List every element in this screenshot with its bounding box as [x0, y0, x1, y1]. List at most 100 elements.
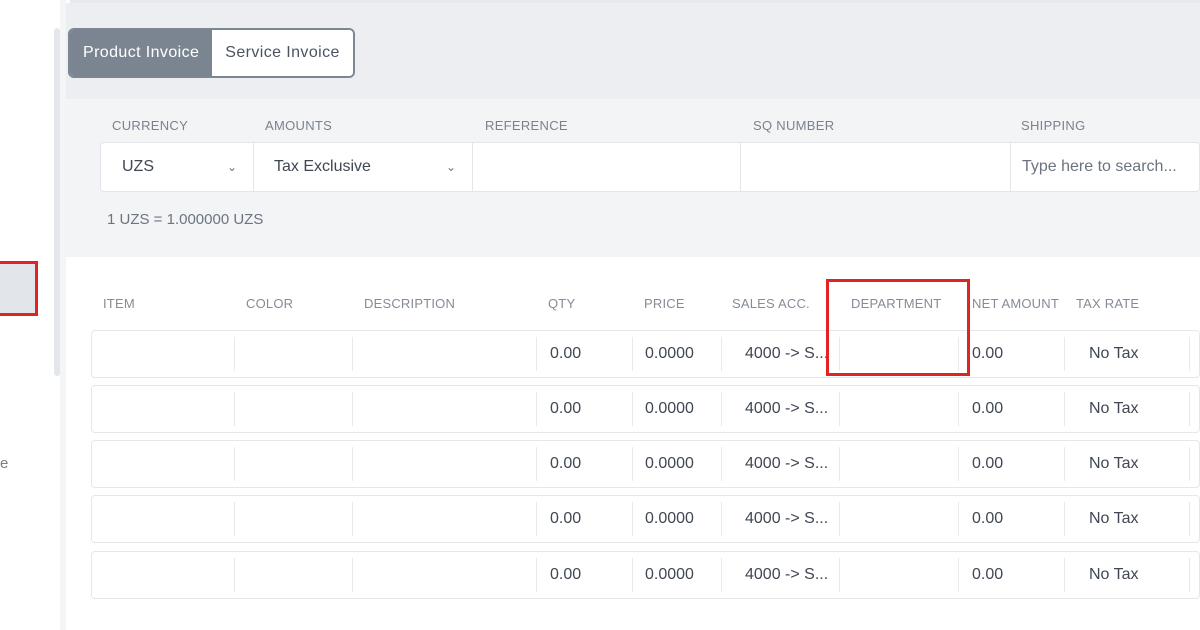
net-amount-cell[interactable]: 0.00: [958, 386, 1064, 432]
cell-divider: [839, 392, 840, 426]
tax-rate-cell[interactable]: No Tax: [1064, 331, 1189, 377]
price-cell[interactable]: 0.0000: [632, 496, 721, 542]
department-cell[interactable]: [839, 331, 958, 377]
tab-product-invoice[interactable]: Product Invoice: [70, 30, 213, 76]
table-row[interactable]: 0.00 0.0000 4000 -> S... 0.00 No Tax: [91, 440, 1200, 488]
cell-divider: [632, 558, 633, 592]
sidebar: e: [0, 0, 70, 630]
cell-divider: [839, 337, 840, 371]
sidebar-selected-item[interactable]: [0, 261, 38, 316]
item-cell[interactable]: [92, 331, 234, 377]
table-row[interactable]: 0.00 0.0000 4000 -> S... 0.00 No Tax: [91, 385, 1200, 433]
sales-account-cell[interactable]: 4000 -> S...: [721, 386, 839, 432]
cell-divider: [234, 392, 235, 426]
cell-divider: [632, 447, 633, 481]
cell-divider: [536, 558, 537, 592]
table-row[interactable]: 0.00 0.0000 4000 -> S... 0.00 No Tax: [91, 495, 1200, 543]
sq-number-input[interactable]: [741, 143, 1011, 191]
sales-account-cell[interactable]: 4000 -> S...: [721, 331, 839, 377]
qty-cell[interactable]: 0.00: [536, 552, 632, 598]
color-cell[interactable]: [234, 331, 352, 377]
net-amount-cell[interactable]: 0.00: [958, 552, 1064, 598]
cell-divider: [1189, 337, 1190, 371]
cell-divider: [1064, 392, 1065, 426]
cell-divider: [839, 558, 840, 592]
cell-divider: [839, 447, 840, 481]
invoice-content: Product Invoice Service Invoice CURRENCY…: [66, 3, 1200, 630]
cell-divider: [1064, 337, 1065, 371]
sales-account-cell[interactable]: 4000 -> S...: [721, 496, 839, 542]
price-cell[interactable]: 0.0000: [632, 441, 721, 487]
cell-divider: [1064, 502, 1065, 536]
column-header-item: ITEM: [103, 296, 135, 311]
table-row[interactable]: 0.00 0.0000 4000 -> S... 0.00 No Tax: [91, 330, 1200, 378]
page-header: Product Invoice Service Invoice: [66, 3, 1200, 99]
net-amount-cell[interactable]: 0.00: [958, 441, 1064, 487]
cell-divider: [536, 337, 537, 371]
shipping-label: SHIPPING: [1021, 118, 1086, 133]
amounts-select[interactable]: Tax Exclusive ⌄: [254, 143, 473, 191]
cell-divider: [234, 502, 235, 536]
description-cell[interactable]: [352, 386, 536, 432]
column-header-color: COLOR: [246, 296, 294, 311]
department-cell[interactable]: [839, 552, 958, 598]
cell-divider: [1189, 502, 1190, 536]
cell-divider: [721, 502, 722, 536]
color-cell[interactable]: [234, 386, 352, 432]
department-cell[interactable]: [839, 441, 958, 487]
cell-divider: [958, 558, 959, 592]
tax-rate-cell[interactable]: No Tax: [1064, 496, 1189, 542]
chevron-down-icon: ⌄: [227, 160, 238, 174]
item-cell[interactable]: [92, 386, 234, 432]
cell-divider: [234, 558, 235, 592]
sidebar-scrollbar[interactable]: [54, 28, 60, 376]
cell-divider: [1189, 447, 1190, 481]
description-cell[interactable]: [352, 552, 536, 598]
cell-divider: [839, 502, 840, 536]
price-cell[interactable]: 0.0000: [632, 386, 721, 432]
chevron-down-icon: ⌄: [446, 160, 457, 174]
amounts-label: AMOUNTS: [265, 118, 333, 133]
item-cell[interactable]: [92, 496, 234, 542]
description-cell[interactable]: [352, 496, 536, 542]
tax-rate-cell[interactable]: No Tax: [1064, 386, 1189, 432]
qty-cell[interactable]: 0.00: [536, 441, 632, 487]
cell-divider: [536, 447, 537, 481]
invoice-fields-row: UZS ⌄ Tax Exclusive ⌄ Type here to searc…: [100, 142, 1200, 192]
item-cell[interactable]: [92, 441, 234, 487]
tax-rate-cell[interactable]: No Tax: [1064, 441, 1189, 487]
department-cell[interactable]: [839, 496, 958, 542]
description-cell[interactable]: [352, 331, 536, 377]
net-amount-cell[interactable]: 0.00: [958, 496, 1064, 542]
cell-divider: [1064, 558, 1065, 592]
cell-divider: [234, 337, 235, 371]
cell-divider: [632, 392, 633, 426]
price-cell[interactable]: 0.0000: [632, 331, 721, 377]
cell-divider: [958, 392, 959, 426]
net-amount-cell[interactable]: 0.00: [958, 331, 1064, 377]
price-cell[interactable]: 0.0000: [632, 552, 721, 598]
qty-cell[interactable]: 0.00: [536, 496, 632, 542]
color-cell[interactable]: [234, 552, 352, 598]
item-cell[interactable]: [92, 552, 234, 598]
cell-divider: [536, 502, 537, 536]
sales-account-cell[interactable]: 4000 -> S...: [721, 552, 839, 598]
department-cell[interactable]: [839, 386, 958, 432]
column-header-tax-rate: TAX RATE: [1076, 296, 1140, 311]
qty-cell[interactable]: 0.00: [536, 331, 632, 377]
shipping-search-input[interactable]: Type here to search...: [1011, 143, 1199, 191]
tab-service-invoice[interactable]: Service Invoice: [212, 30, 353, 76]
description-cell[interactable]: [352, 441, 536, 487]
color-cell[interactable]: [234, 441, 352, 487]
cell-divider: [352, 447, 353, 481]
cell-divider: [352, 558, 353, 592]
table-row[interactable]: 0.00 0.0000 4000 -> S... 0.00 No Tax: [91, 551, 1200, 599]
sales-account-cell[interactable]: 4000 -> S...: [721, 441, 839, 487]
tax-rate-cell[interactable]: No Tax: [1064, 552, 1189, 598]
qty-cell[interactable]: 0.00: [536, 386, 632, 432]
reference-input[interactable]: [473, 143, 741, 191]
column-header-sales-acc: SALES ACC.: [732, 296, 810, 311]
color-cell[interactable]: [234, 496, 352, 542]
currency-select[interactable]: UZS ⌄: [101, 143, 254, 191]
amounts-value: Tax Exclusive: [274, 158, 371, 175]
